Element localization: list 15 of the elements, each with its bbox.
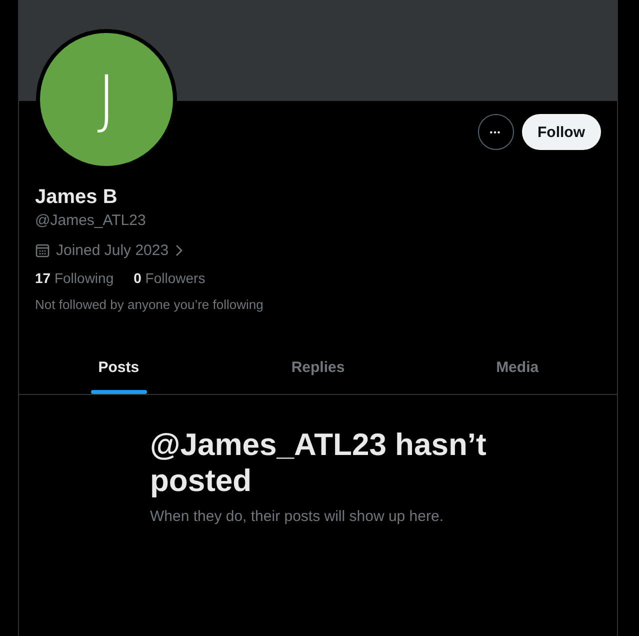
profile-tab[interactable]: Media [418, 330, 617, 394]
follow-count-link[interactable]: 0 Followers [134, 270, 206, 286]
empty-state-title: @James_ATL23 hasn’t posted [150, 427, 488, 499]
profile-tab[interactable]: Replies [218, 330, 418, 394]
empty-state-text: When they do, their posts will show up here. [150, 508, 444, 525]
username: @James_ATL23 [35, 211, 147, 231]
follow-count-link[interactable]: 17 Following [35, 270, 114, 286]
profile-tab[interactable]: Posts [19, 330, 218, 394]
more-button[interactable]: ••• [478, 114, 514, 150]
calendar-icon [35, 243, 50, 258]
join-date: Joined July 2023 [56, 242, 169, 259]
followers-note: Not followed by anyone you’re following [35, 297, 264, 312]
follow-button[interactable]: Follow [522, 114, 601, 150]
chevron-right-icon[interactable] [174, 244, 183, 257]
display-name: James B [35, 185, 118, 209]
